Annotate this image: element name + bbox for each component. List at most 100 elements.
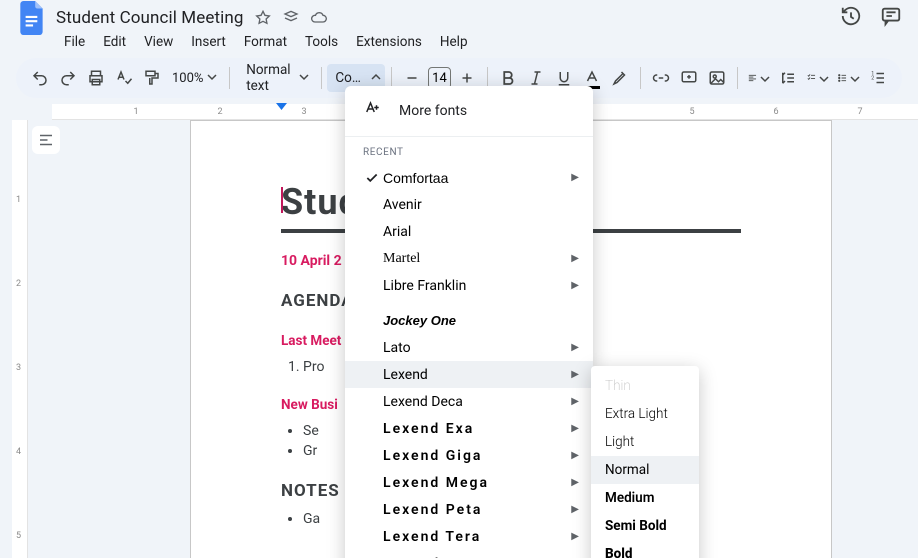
indent-marker-icon[interactable] (276, 103, 287, 111)
font-option[interactable]: Libre Franklin▶ (345, 272, 593, 299)
history-icon[interactable] (840, 5, 862, 31)
font-option[interactable]: Lexend▶ (345, 361, 593, 388)
font-option-label: Libre Franklin (383, 278, 571, 294)
ruler-tick: 2 (16, 279, 21, 289)
font-weight-option[interactable]: Extra Light (591, 400, 699, 428)
menu-help[interactable]: Help (432, 30, 476, 54)
caret-up-icon (371, 70, 381, 86)
docs-app-icon[interactable] (16, 0, 48, 38)
document-title[interactable]: Student Council Meeting (56, 8, 244, 28)
move-icon[interactable] (282, 9, 300, 27)
font-option-label: Arial (383, 224, 579, 240)
paint-format-button[interactable] (138, 64, 166, 92)
font-option[interactable]: Lexend Exa▶ (345, 415, 593, 442)
insert-link-button[interactable] (647, 64, 675, 92)
paragraph-style-dropdown[interactable]: Normal text (236, 62, 314, 94)
highlight-color-button[interactable] (606, 64, 634, 92)
font-option-label: Lato (383, 340, 571, 356)
font-option[interactable]: Lexend Giga▶ (345, 442, 593, 469)
ruler-tick: 1 (133, 107, 138, 117)
caret-down-icon (760, 69, 770, 88)
menu-insert[interactable]: Insert (183, 30, 234, 54)
caret-down-icon (819, 69, 829, 88)
font-option[interactable]: Lexend Peta▶ (345, 496, 593, 523)
ruler-tick: 5 (689, 107, 694, 117)
font-option[interactable]: Martel▶ (345, 245, 593, 272)
star-icon[interactable] (254, 9, 272, 27)
comments-icon[interactable] (880, 5, 902, 31)
font-size-value: 14 (432, 71, 447, 86)
numbered-list-button[interactable]: 12 (864, 64, 892, 92)
font-option[interactable]: Comfortaa▶ (345, 164, 593, 191)
submenu-arrow-icon: ▶ (571, 253, 579, 264)
ruler-tick: 6 (773, 107, 778, 117)
redo-button[interactable] (54, 64, 82, 92)
menu-section-recent: RECENT (345, 137, 593, 164)
menu-extensions[interactable]: Extensions (348, 30, 430, 54)
titlebar: Student Council Meeting (0, 0, 918, 28)
font-option-label: Lexend (383, 367, 571, 383)
menu-edit[interactable]: Edit (95, 30, 134, 54)
font-option[interactable]: Lexend Mega▶ (345, 469, 593, 496)
font-option-label: Lexend Peta (383, 502, 571, 518)
check-icon (361, 171, 383, 185)
submenu-arrow-icon: ▶ (571, 396, 579, 407)
submenu-arrow-icon: ▶ (571, 280, 579, 291)
font-option[interactable]: Avenir (345, 191, 593, 218)
font-option-label: Lexend Exa (383, 421, 571, 437)
font-option[interactable]: Lato▶ (345, 334, 593, 361)
font-weight-option[interactable]: Bold (591, 540, 699, 558)
vertical-ruler[interactable]: 1 2 3 4 5 (12, 120, 28, 558)
ruler-tick: 3 (16, 363, 21, 373)
ruler-tick: 2 (217, 107, 222, 117)
align-button[interactable] (743, 64, 774, 92)
font-family-menu: More fonts RECENT Comfortaa▶AvenirArialM… (345, 86, 593, 558)
ruler-tick: 5 (16, 531, 21, 541)
spellcheck-button[interactable] (110, 64, 138, 92)
font-weight-option[interactable]: Medium (591, 484, 699, 512)
menu-file[interactable]: File (56, 30, 93, 54)
more-fonts-label: More fonts (399, 103, 467, 119)
submenu-arrow-icon: ▶ (571, 423, 579, 434)
submenu-arrow-icon: ▶ (571, 477, 579, 488)
font-option-label: Lexend Giga (383, 448, 571, 464)
font-option[interactable]: Arial (345, 218, 593, 245)
add-comment-button[interactable] (675, 64, 703, 92)
ruler-tick: 4 (16, 447, 21, 457)
ruler-tick: 3 (301, 107, 306, 117)
text-cursor (281, 187, 283, 213)
menu-tools[interactable]: Tools (297, 30, 346, 54)
outline-toggle-button[interactable] (32, 126, 60, 154)
submenu-arrow-icon: ▶ (571, 450, 579, 461)
font-weight-option[interactable]: Semi Bold (591, 512, 699, 540)
menu-format[interactable]: Format (236, 30, 295, 54)
paragraph-style-label: Normal text (246, 62, 290, 94)
more-fonts-button[interactable]: More fonts (345, 86, 593, 137)
font-option[interactable]: Lexend Zetta▶ (345, 550, 593, 558)
ruler-tick: 7 (857, 107, 862, 117)
font-option-label: Lexend Deca (383, 394, 571, 410)
font-option-label: Comfortaa (383, 170, 571, 186)
line-spacing-button[interactable] (774, 64, 802, 92)
font-weight-option[interactable]: Normal (591, 456, 699, 484)
ruler-tick: 1 (16, 195, 21, 205)
submenu-arrow-icon: ▶ (571, 369, 579, 380)
font-weight-option[interactable]: Thin (591, 372, 699, 400)
submenu-arrow-icon: ▶ (571, 342, 579, 353)
bulleted-list-button[interactable] (833, 64, 864, 92)
insert-image-button[interactable] (703, 64, 731, 92)
undo-button[interactable] (26, 64, 54, 92)
cloud-saved-icon[interactable] (310, 9, 328, 27)
font-option[interactable]: Jockey One (345, 307, 593, 334)
add-font-icon (363, 100, 381, 122)
font-weight-option[interactable]: Light (591, 428, 699, 456)
print-button[interactable] (82, 64, 110, 92)
caret-down-icon (207, 71, 217, 86)
font-option-label: Lexend Mega (383, 475, 571, 491)
svg-text:2: 2 (871, 76, 874, 82)
font-option[interactable]: Lexend Deca▶ (345, 388, 593, 415)
zoom-dropdown[interactable]: 100% (166, 71, 223, 86)
menu-view[interactable]: View (136, 30, 181, 54)
font-option[interactable]: Lexend Tera▶ (345, 523, 593, 550)
checklist-button[interactable] (802, 64, 833, 92)
